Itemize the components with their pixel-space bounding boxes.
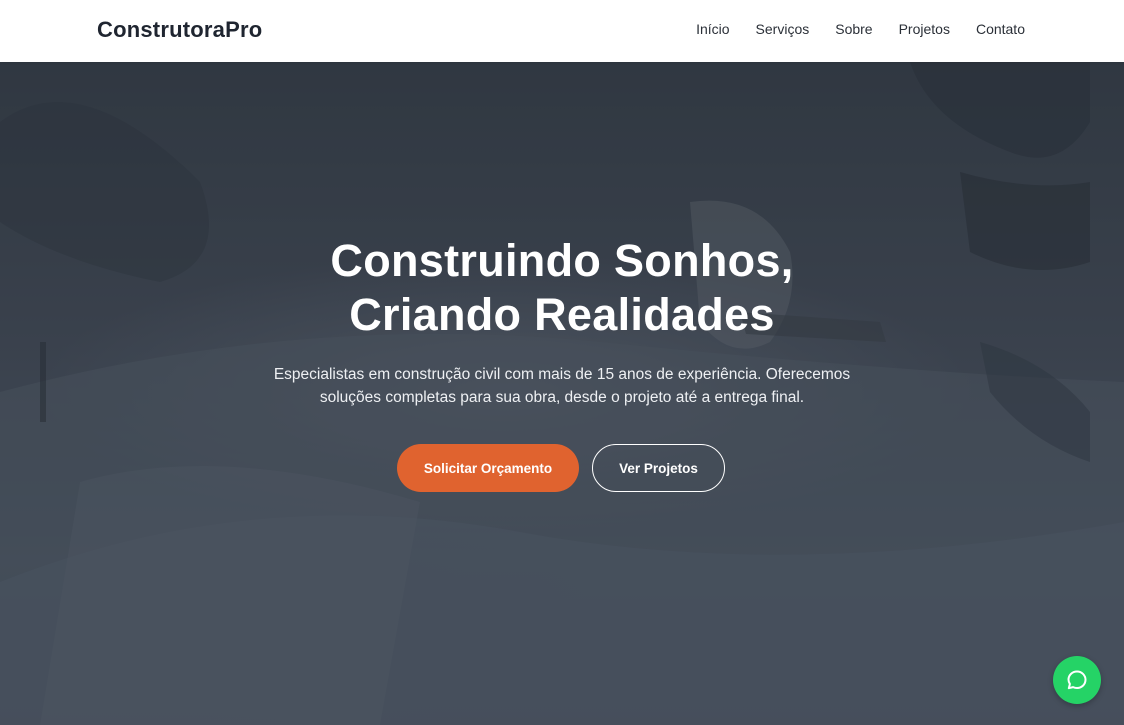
whatsapp-chat-button[interactable] [1053, 656, 1101, 704]
hero-subtitle: Especialistas em construção civil com ma… [0, 363, 1124, 409]
hero-subtitle-line1: Especialistas em construção civil com ma… [273, 366, 851, 383]
hero-title-line2: Criando Realidades [349, 289, 775, 340]
nav-item-contato[interactable]: Contato [976, 21, 1025, 37]
view-projects-button[interactable]: Ver Projetos [592, 444, 725, 492]
hero-title: Construindo Sonhos, Criando Realidades [0, 234, 1124, 342]
request-quote-button[interactable]: Solicitar Orçamento [397, 444, 579, 492]
nav-item-sobre[interactable]: Sobre [835, 21, 872, 37]
hero-title-line1: Construindo Sonhos, [330, 235, 794, 286]
whatsapp-chat-icon [1067, 670, 1087, 690]
brand-logo[interactable]: ConstrutoraPro [97, 17, 262, 43]
nav-item-projetos[interactable]: Projetos [899, 21, 950, 37]
hero-section: Construindo Sonhos, Criando Realidades E… [0, 62, 1124, 725]
nav-item-inicio[interactable]: Início [696, 21, 729, 37]
top-navbar: ConstrutoraPro Início Serviços Sobre Pro… [0, 0, 1124, 62]
main-nav: Início Serviços Sobre Projetos Contato [696, 21, 1025, 37]
nav-item-servicos[interactable]: Serviços [756, 21, 810, 37]
hero-subtitle-line2: soluções completas para sua obra, desde … [319, 389, 805, 406]
